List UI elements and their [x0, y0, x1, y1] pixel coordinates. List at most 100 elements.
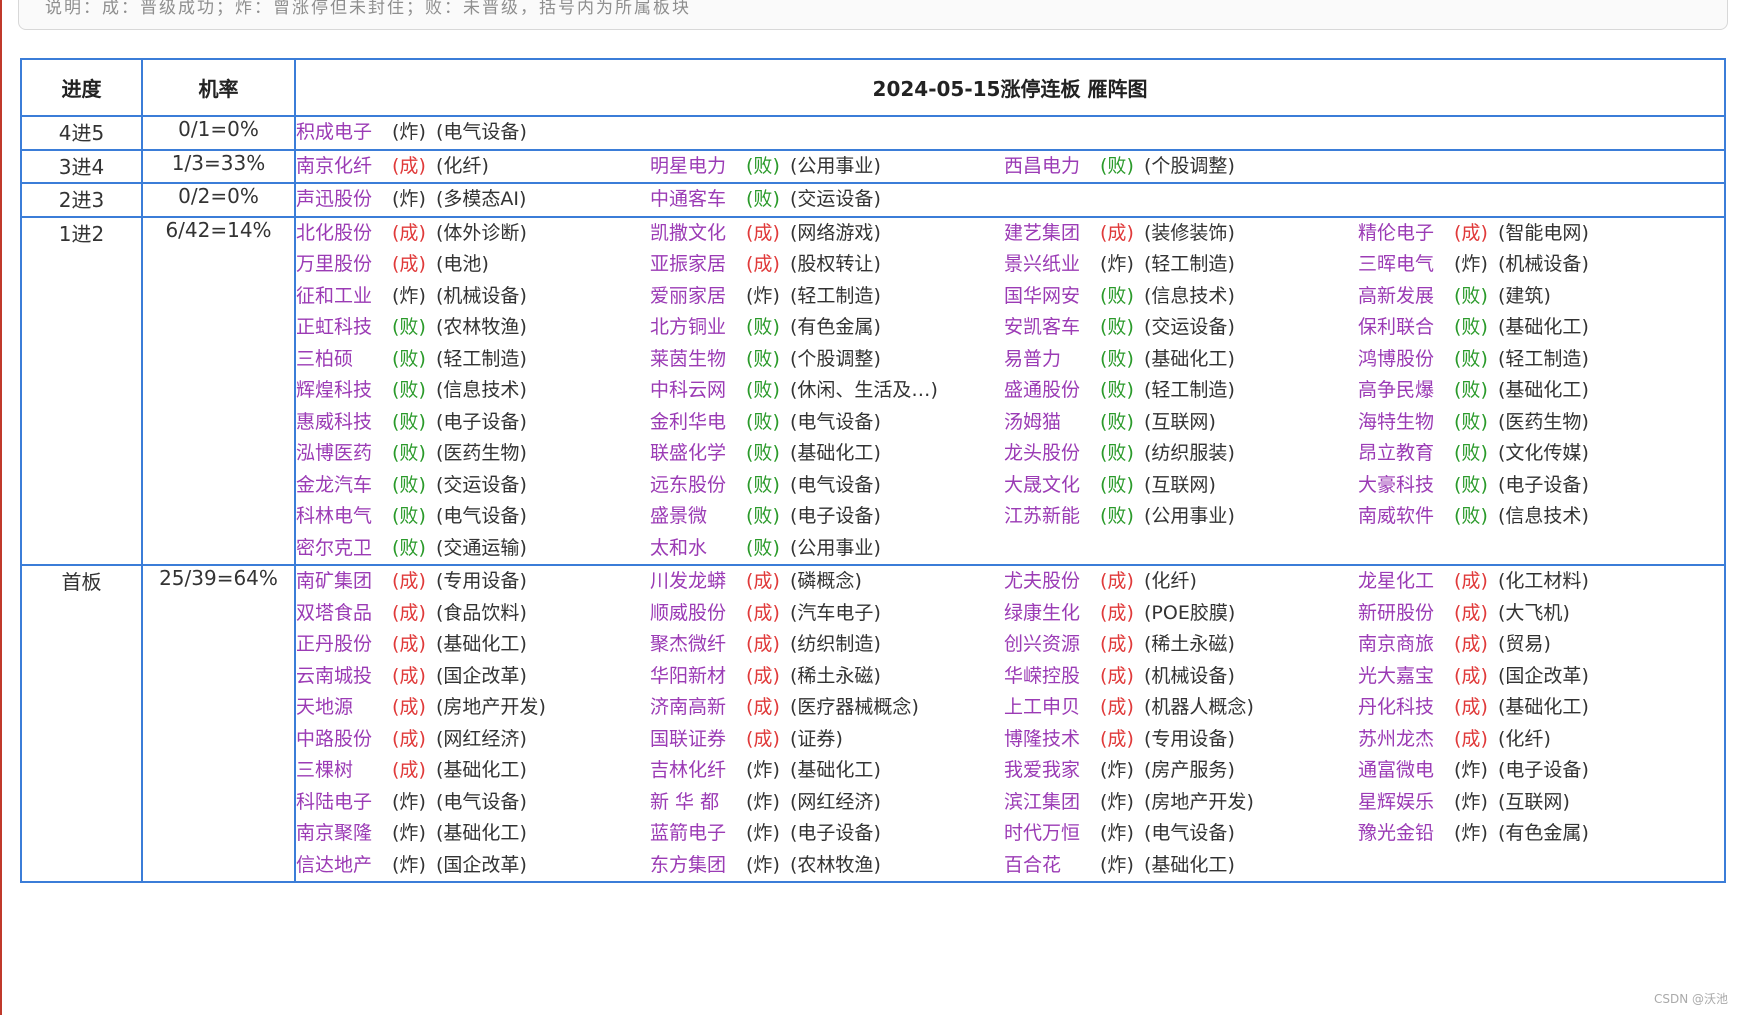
stock-name-link[interactable]: 三棵树 [296, 755, 392, 787]
stock-sector: (基础化工) [1498, 379, 1589, 401]
stock-entry: 易普力 (败) (基础化工) [1004, 344, 1358, 376]
stock-name-link[interactable]: 建艺集团 [1004, 218, 1100, 250]
stock-name-link[interactable]: 金利华电 [650, 407, 746, 439]
stock-name-link[interactable]: 保利联合 [1358, 312, 1454, 344]
stock-name-link[interactable]: 创兴资源 [1004, 629, 1100, 661]
stock-name-link[interactable]: 高新发展 [1358, 281, 1454, 313]
stock-name-link[interactable]: 鸿博股份 [1358, 344, 1454, 376]
stock-name-link[interactable]: 南京化纤 [296, 151, 392, 183]
stock-name-link[interactable]: 征和工业 [296, 281, 392, 313]
stock-name-link[interactable]: 川发龙蟒 [650, 566, 746, 598]
stock-name-link[interactable]: 上工申贝 [1004, 692, 1100, 724]
stock-name-link[interactable]: 江苏新能 [1004, 501, 1100, 533]
stock-name-link[interactable]: 南威软件 [1358, 501, 1454, 533]
stock-result-badge: (败) [392, 379, 426, 401]
stock-name-link[interactable]: 昂立教育 [1358, 438, 1454, 470]
stock-name-link[interactable]: 亚振家居 [650, 249, 746, 281]
stock-name-link[interactable]: 丹化科技 [1358, 692, 1454, 724]
stock-name-link[interactable]: 密尔克卫 [296, 533, 392, 565]
stock-name-link[interactable]: 惠威科技 [296, 407, 392, 439]
stock-name-link[interactable]: 爱丽家居 [650, 281, 746, 313]
stock-name-link[interactable]: 国联证券 [650, 724, 746, 756]
stock-name-link[interactable]: 景兴纸业 [1004, 249, 1100, 281]
stock-name-link[interactable]: 豫光金铅 [1358, 818, 1454, 850]
stock-name-link[interactable]: 苏州龙杰 [1358, 724, 1454, 756]
stock-name-link[interactable]: 绿康生化 [1004, 598, 1100, 630]
stock-name-link[interactable]: 汤姆猫 [1004, 407, 1100, 439]
stock-name-link[interactable]: 南京商旅 [1358, 629, 1454, 661]
stock-name-link[interactable]: 海特生物 [1358, 407, 1454, 439]
stock-name-link[interactable]: 吉林化纤 [650, 755, 746, 787]
stock-name-link[interactable]: 科陆电子 [296, 787, 392, 819]
stock-name-link[interactable]: 莱茵生物 [650, 344, 746, 376]
stock-name-link[interactable]: 滨江集团 [1004, 787, 1100, 819]
stock-name-link[interactable]: 星辉娱乐 [1358, 787, 1454, 819]
stock-name-link[interactable]: 新 华 都 [650, 787, 746, 819]
stock-name-link[interactable]: 华阳新材 [650, 661, 746, 693]
stock-entry: 三棵树 (成) (基础化工) [296, 755, 650, 787]
stock-name-link[interactable]: 积成电子 [296, 117, 392, 149]
stock-name-link[interactable]: 辉煌科技 [296, 375, 392, 407]
stock-name-link[interactable]: 天地源 [296, 692, 392, 724]
stock-name-link[interactable]: 顺威股份 [650, 598, 746, 630]
stock-sector-text: 机器人概念 [1151, 696, 1247, 718]
stock-name-link[interactable]: 我爱我家 [1004, 755, 1100, 787]
stock-name-link[interactable]: 联盛化学 [650, 438, 746, 470]
stock-name-link[interactable]: 新研股份 [1358, 598, 1454, 630]
stock-name-link[interactable]: 光大嘉宝 [1358, 661, 1454, 693]
stock-name-link[interactable]: 龙星化工 [1358, 566, 1454, 598]
stock-name-link[interactable]: 双塔食品 [296, 598, 392, 630]
stock-name-link[interactable]: 万里股份 [296, 249, 392, 281]
stock-sector-text: 专用设备 [443, 570, 520, 592]
stock-name-link[interactable]: 南京聚隆 [296, 818, 392, 850]
stock-name-link[interactable]: 中科云网 [650, 375, 746, 407]
stock-name-link[interactable]: 中路股份 [296, 724, 392, 756]
stock-name-link[interactable]: 声迅股份 [296, 184, 392, 216]
stock-name-link[interactable]: 正丹股份 [296, 629, 392, 661]
stock-name-link[interactable]: 科林电气 [296, 501, 392, 533]
stock-name-link[interactable]: 远东股份 [650, 470, 746, 502]
stock-name-link[interactable]: 大晟文化 [1004, 470, 1100, 502]
stock-name-link[interactable]: 南矿集团 [296, 566, 392, 598]
stock-name-link[interactable]: 华嵘控股 [1004, 661, 1100, 693]
stock-name-link[interactable]: 北化股份 [296, 218, 392, 250]
stock-name-link[interactable]: 金龙汽车 [296, 470, 392, 502]
stock-name-link[interactable]: 济南高新 [650, 692, 746, 724]
stock-name-link[interactable]: 博隆技术 [1004, 724, 1100, 756]
stock-name-link[interactable]: 北方铜业 [650, 312, 746, 344]
stock-result-text: 败 [1461, 316, 1481, 338]
stock-name-link[interactable]: 百合花 [1004, 850, 1100, 882]
stock-name-link[interactable]: 尤夫股份 [1004, 566, 1100, 598]
stock-name-link[interactable]: 凯撒文化 [650, 218, 746, 250]
stock-sector-text: 基础化工 [443, 633, 520, 655]
stock-name-link[interactable]: 大豪科技 [1358, 470, 1454, 502]
stock-sector: (股权转让) [790, 253, 881, 275]
stock-name-link[interactable]: 东方集团 [650, 850, 746, 882]
stock-sector: (国企改革) [1498, 664, 1589, 687]
stock-name-link[interactable]: 信达地产 [296, 850, 392, 882]
stock-name-link[interactable]: 龙头股份 [1004, 438, 1100, 470]
stock-name-link[interactable]: 高争民爆 [1358, 375, 1454, 407]
stock-name-link[interactable]: 三柏硕 [296, 344, 392, 376]
stock-name-link[interactable]: 精伦电子 [1358, 218, 1454, 250]
stock-name-link[interactable]: 聚杰微纤 [650, 629, 746, 661]
stock-name-link[interactable]: 盛通股份 [1004, 375, 1100, 407]
stock-name-link[interactable]: 盛景微 [650, 501, 746, 533]
stock-name-link[interactable]: 正虹科技 [296, 312, 392, 344]
stock-result-text: 炸 [753, 822, 773, 844]
stock-name-link[interactable]: 时代万恒 [1004, 818, 1100, 850]
stock-name-link[interactable]: 明星电力 [650, 151, 746, 183]
stock-name-link[interactable]: 通富微电 [1358, 755, 1454, 787]
stock-name-link[interactable]: 易普力 [1004, 344, 1100, 376]
stock-name-link[interactable]: 三晖电气 [1358, 249, 1454, 281]
stock-name-link[interactable]: 蓝箭电子 [650, 818, 746, 850]
stock-sector-text: 互联网 [1151, 410, 1209, 433]
stock-name-link[interactable]: 安凯客车 [1004, 312, 1100, 344]
stock-result-text: 成 [399, 727, 419, 750]
stock-name-link[interactable]: 云南城投 [296, 661, 392, 693]
stock-name-link[interactable]: 泓博医药 [296, 438, 392, 470]
stock-name-link[interactable]: 国华网安 [1004, 281, 1100, 313]
stock-name-link[interactable]: 太和水 [650, 533, 746, 565]
stock-name-link[interactable]: 中通客车 [650, 184, 746, 216]
stock-name-link[interactable]: 西昌电力 [1004, 151, 1100, 183]
